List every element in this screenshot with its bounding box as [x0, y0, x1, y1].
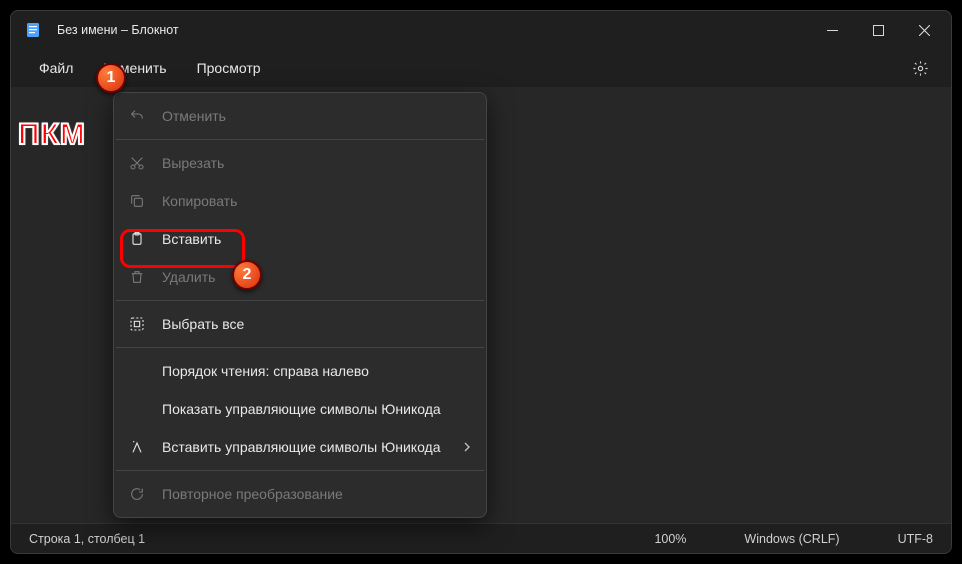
- separator: [116, 300, 484, 301]
- ctx-reading-order[interactable]: Порядок чтения: справа налево: [114, 352, 486, 390]
- ctx-select-all-label: Выбрать все: [162, 316, 244, 332]
- menu-view[interactable]: Просмотр: [183, 54, 275, 82]
- annotation-badge-1: 1: [96, 63, 126, 93]
- ctx-cut-label: Вырезать: [162, 155, 224, 171]
- separator: [116, 139, 484, 140]
- separator: [116, 347, 484, 348]
- undo-icon: [128, 107, 146, 125]
- statusbar: Строка 1, столбец 1 100% Windows (CRLF) …: [11, 523, 951, 553]
- separator: [116, 470, 484, 471]
- ctx-undo-label: Отменить: [162, 108, 226, 124]
- ctx-reconvert[interactable]: Повторное преобразование: [114, 475, 486, 513]
- reconvert-icon: [128, 485, 146, 503]
- ctx-show-unicode[interactable]: Показать управляющие символы Юникода: [114, 390, 486, 428]
- copy-icon: [128, 192, 146, 210]
- select-all-icon: [128, 315, 146, 333]
- titlebar: Без имени – Блокнот: [11, 11, 951, 49]
- context-menu: Отменить Вырезать Копировать Вставить Уд…: [113, 92, 487, 518]
- status-zoom: 100%: [654, 532, 686, 546]
- ctx-insert-unicode-label: Вставить управляющие символы Юникода: [162, 439, 441, 455]
- ctx-delete[interactable]: Удалить: [114, 258, 486, 296]
- menu-file[interactable]: Файл: [25, 54, 87, 82]
- close-button[interactable]: [901, 11, 947, 49]
- maximize-button[interactable]: [855, 11, 901, 49]
- status-position: Строка 1, столбец 1: [29, 532, 145, 546]
- paste-icon: [128, 230, 146, 248]
- ctx-paste[interactable]: Вставить: [114, 220, 486, 258]
- minimize-button[interactable]: [809, 11, 855, 49]
- ctx-show-unicode-label: Показать управляющие символы Юникода: [162, 401, 441, 417]
- window-title: Без имени – Блокнот: [57, 23, 179, 37]
- status-encoding: UTF-8: [898, 532, 933, 546]
- status-line-ending: Windows (CRLF): [744, 532, 839, 546]
- ctx-copy-label: Копировать: [162, 193, 237, 209]
- delete-icon: [128, 268, 146, 286]
- notepad-icon: [25, 22, 41, 38]
- annotation-badge-2: 2: [232, 260, 262, 290]
- annotation-pkm: ПКМ: [18, 118, 86, 152]
- ctx-reading-order-label: Порядок чтения: справа налево: [162, 363, 369, 379]
- ctx-undo[interactable]: Отменить: [114, 97, 486, 135]
- ctx-delete-label: Удалить: [162, 269, 215, 285]
- chevron-right-icon: [462, 442, 472, 452]
- ctx-reconvert-label: Повторное преобразование: [162, 486, 343, 502]
- lambda-icon: [128, 438, 146, 456]
- window-controls: [809, 11, 947, 49]
- ctx-insert-unicode[interactable]: Вставить управляющие символы Юникода: [114, 428, 486, 466]
- cut-icon: [128, 154, 146, 172]
- ctx-cut[interactable]: Вырезать: [114, 144, 486, 182]
- ctx-paste-label: Вставить: [162, 231, 221, 247]
- menubar: Файл Изменить Просмотр: [11, 49, 951, 87]
- settings-button[interactable]: [904, 54, 937, 83]
- ctx-copy[interactable]: Копировать: [114, 182, 486, 220]
- ctx-select-all[interactable]: Выбрать все: [114, 305, 486, 343]
